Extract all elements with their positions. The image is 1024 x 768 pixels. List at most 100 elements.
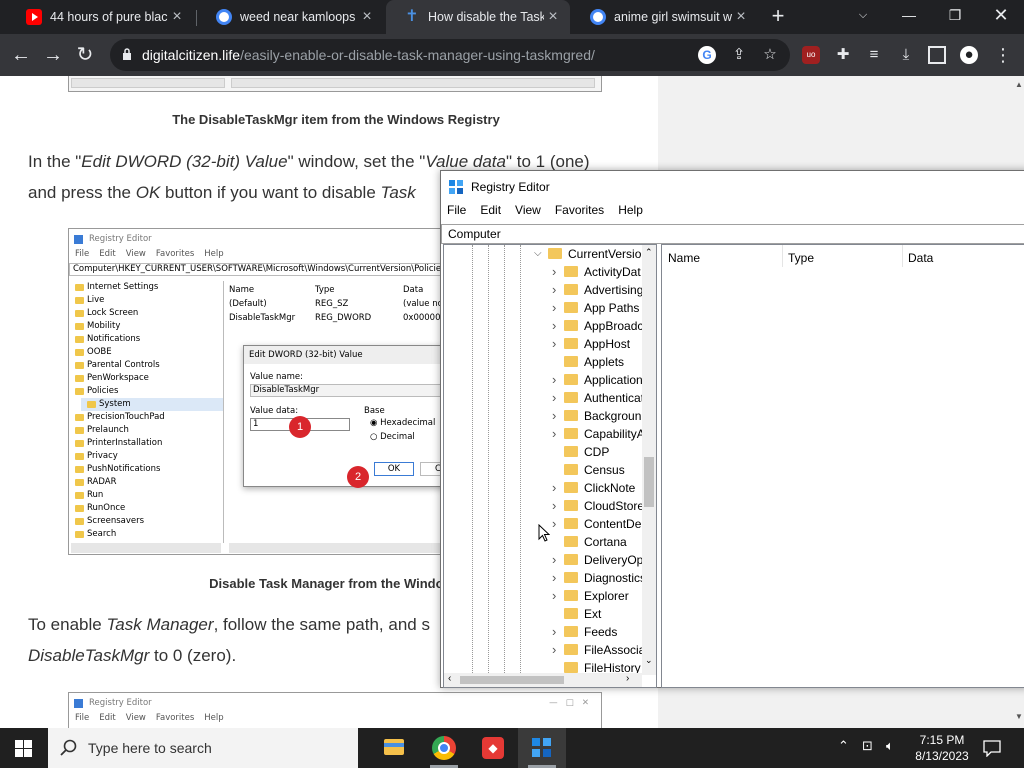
reload-icon[interactable]: ↻ xyxy=(72,42,98,68)
tree-node-label: FileAssocia xyxy=(584,643,646,657)
scroll-down-icon[interactable]: ▼ xyxy=(1015,712,1023,721)
menu-edit[interactable]: Edit xyxy=(480,203,501,223)
value-type: REG_SZ xyxy=(315,299,349,309)
menu-favorites[interactable]: Favorites xyxy=(555,203,604,223)
chevron-right-icon[interactable]: › xyxy=(552,497,556,515)
chevron-right-icon[interactable]: › xyxy=(552,263,556,281)
tree-node-label: Ext xyxy=(584,607,602,621)
scroll-up-icon[interactable]: ▲ xyxy=(1015,80,1023,89)
volume-icon[interactable]: 🔈︎ xyxy=(886,738,894,754)
scroll-right-icon[interactable]: › xyxy=(626,673,629,684)
menu-view[interactable]: View xyxy=(515,203,541,223)
back-arrow-icon[interactable]: ← xyxy=(8,42,34,68)
minimize-button[interactable]: — xyxy=(886,0,932,30)
chevron-right-icon[interactable]: › xyxy=(552,371,556,389)
dialog-value-name: DisableTaskMgr xyxy=(250,384,454,397)
col-header: Name xyxy=(229,285,255,295)
registry-tree[interactable]: ⌵ CurrentVersion › ActivityDat › Advertisin… xyxy=(443,244,657,688)
google-lens-icon[interactable]: G xyxy=(698,46,716,64)
bookmark-star-icon[interactable]: ☆ xyxy=(761,46,779,64)
chevron-right-icon[interactable]: › xyxy=(552,641,556,659)
registry-editor-window[interactable]: Registry Editor File Edit View Favorites… xyxy=(440,170,1024,688)
chrome-icon[interactable] xyxy=(420,728,468,768)
chevron-right-icon[interactable]: › xyxy=(552,407,556,425)
menu-item: View xyxy=(125,713,146,723)
ublock-icon[interactable]: uo xyxy=(802,46,820,64)
chevron-right-icon[interactable]: › xyxy=(552,479,556,497)
col-name[interactable]: Name xyxy=(668,251,700,265)
chevron-right-icon[interactable]: › xyxy=(552,551,556,569)
browser-tab-active[interactable]: ✝ How disable the Task M × xyxy=(386,0,570,34)
chevron-right-icon[interactable]: › xyxy=(552,587,556,605)
address-bar[interactable]: digitalcitizen.life/easily-enable-or-dis… xyxy=(110,39,790,71)
download-icon[interactable]: ⤓ xyxy=(897,46,915,64)
browser-tab[interactable]: weed near kamloops b × xyxy=(198,0,384,34)
screenshot-titlebar: Registry Editor — □ ✕ xyxy=(69,693,601,713)
scrollbar-thumb[interactable] xyxy=(644,457,654,507)
menu-file[interactable]: File xyxy=(447,203,466,223)
tree-node-label: Feeds xyxy=(584,625,618,639)
profile-avatar-icon[interactable]: ● xyxy=(960,46,978,64)
col-type[interactable]: Type xyxy=(788,251,814,265)
dialog-label: Value name: xyxy=(250,372,304,382)
notification-center-icon[interactable] xyxy=(983,739,1001,757)
browser-tab[interactable]: 44 hours of pure black × xyxy=(8,0,194,34)
menu-item: File xyxy=(75,713,90,723)
chevron-right-icon[interactable]: › xyxy=(552,623,556,641)
share-icon[interactable]: ⇪ xyxy=(730,46,748,64)
google-icon xyxy=(590,9,606,25)
chevron-right-icon[interactable]: › xyxy=(552,317,556,335)
forward-arrow-icon[interactable]: → xyxy=(40,42,66,68)
folder-icon xyxy=(564,374,578,385)
chevron-right-icon[interactable]: › xyxy=(552,335,556,353)
tree-vscrollbar[interactable]: ⌃ ⌄ xyxy=(642,245,656,675)
browser-tab[interactable]: anime girl swimsuit wa × xyxy=(572,0,758,34)
address-field[interactable]: Computer xyxy=(441,224,1024,244)
more-menu-icon[interactable]: ⋮ xyxy=(994,46,1012,64)
window-titlebar[interactable]: Registry Editor xyxy=(441,171,1024,203)
tab-search-chevron-icon[interactable]: ⌵ xyxy=(840,0,886,30)
chevron-right-icon[interactable]: › xyxy=(552,515,556,533)
app-icon[interactable]: ◆ xyxy=(469,728,517,768)
col-divider xyxy=(782,245,783,267)
screenshot-tree-item: System xyxy=(81,398,223,411)
close-tab-icon[interactable]: × xyxy=(358,8,376,26)
clock[interactable]: 7:15 PM 8/13/2023 xyxy=(912,732,972,764)
close-window-button[interactable]: ✕ xyxy=(978,0,1024,30)
new-tab-button[interactable]: + xyxy=(766,4,790,28)
menu-help[interactable]: Help xyxy=(618,203,643,223)
scrollbar-thumb[interactable] xyxy=(460,676,564,684)
scroll-up-icon[interactable]: ⌃ xyxy=(645,247,653,258)
scroll-down-icon[interactable]: ⌄ xyxy=(645,655,653,666)
close-tab-icon[interactable]: × xyxy=(544,8,562,26)
col-data[interactable]: Data xyxy=(908,251,933,265)
chevron-right-icon[interactable]: › xyxy=(552,281,556,299)
chevron-right-icon[interactable]: › xyxy=(552,425,556,443)
folder-icon xyxy=(564,482,578,493)
taskbar-search-box[interactable]: Type here to search xyxy=(48,728,358,768)
extensions-puzzle-icon[interactable]: ✚ xyxy=(834,46,852,64)
values-pane[interactable]: Name Type Data xyxy=(661,244,1024,688)
value-name: (Default) xyxy=(229,299,267,309)
scroll-left-icon[interactable]: ‹ xyxy=(448,673,451,684)
radio-label: Hexadecimal xyxy=(380,418,436,428)
side-panel-icon[interactable] xyxy=(928,46,946,64)
close-tab-icon[interactable]: × xyxy=(732,8,750,26)
network-icon[interactable]: ⊡ xyxy=(862,738,873,754)
chevron-right-icon[interactable]: › xyxy=(552,569,556,587)
chevron-right-icon[interactable]: › xyxy=(552,389,556,407)
media-queue-icon[interactable]: ≡ xyxy=(865,46,883,64)
show-hidden-icons-chevron-icon[interactable]: ⌃ xyxy=(838,738,849,754)
chevron-down-icon[interactable]: ⌵ xyxy=(534,245,542,263)
text: and press the xyxy=(28,183,136,202)
registry-editor-taskbar-icon[interactable] xyxy=(518,728,566,768)
tab-divider xyxy=(196,10,197,26)
file-explorer-icon[interactable] xyxy=(370,728,418,768)
restore-button[interactable]: ❐ xyxy=(932,0,978,30)
tree-hscrollbar[interactable]: ‹ › xyxy=(444,673,642,687)
tree-node-label: ClickNote xyxy=(584,481,636,495)
windows-start-icon[interactable] xyxy=(15,740,32,757)
menu-item: Edit xyxy=(99,249,116,259)
close-tab-icon[interactable]: × xyxy=(168,8,186,26)
chevron-right-icon[interactable]: › xyxy=(552,299,556,317)
